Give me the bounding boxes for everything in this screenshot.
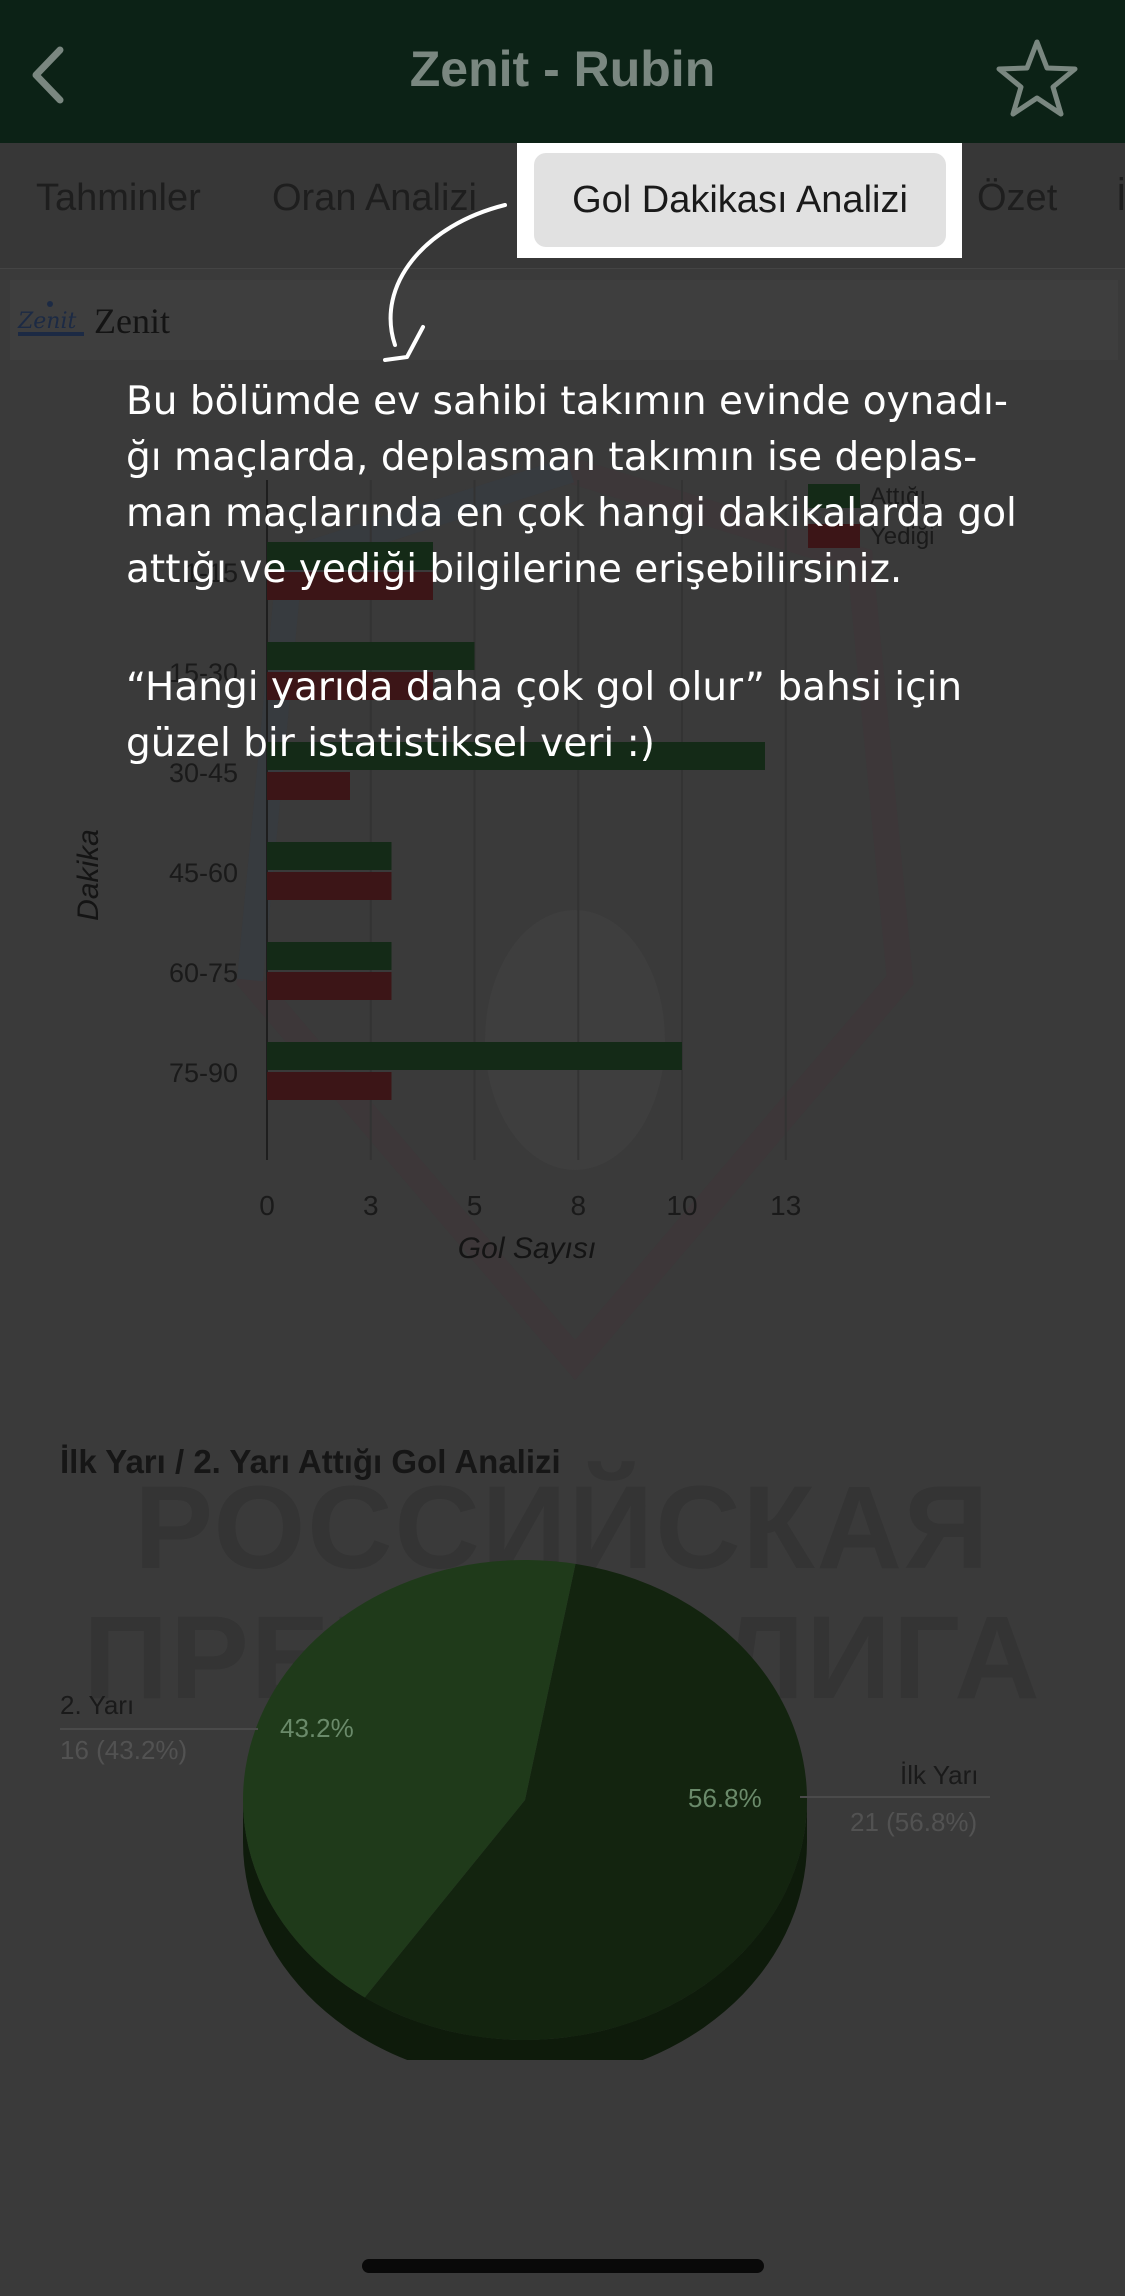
pie-label-second-half: 2. Yarı (60, 1690, 135, 1720)
pie-detail-first-half: 21 (56.8%) (850, 1807, 978, 1837)
tab-more[interactable]: İ (1116, 177, 1125, 220)
bar-yedigi (267, 1072, 392, 1100)
x-tick-label: 13 (770, 1190, 801, 1221)
x-tick-label: 0 (259, 1190, 275, 1221)
tab-tahminler[interactable]: Tahminler (36, 177, 201, 220)
pie-percent-second-half: 43.2% (280, 1713, 354, 1743)
x-tick-label: 3 (363, 1190, 379, 1221)
svg-text:Zenit: Zenit (17, 309, 77, 334)
page-title: Zenit - Rubin (409, 41, 716, 97)
pie-chart-title: İlk Yarı / 2. Yarı Attığı Gol Analizi (60, 1443, 561, 1480)
bar-attigi (267, 942, 392, 970)
hint-paragraph-1: Bu bölümde ev sahibi takımın evinde oyna… (126, 379, 1017, 592)
hint-arrow-icon (383, 203, 507, 362)
hint-paragraph-2: “Hangi yarıda daha çok gol olur” bahsi i… (126, 665, 963, 766)
x-tick-label: 5 (467, 1190, 483, 1221)
app-screen: РОССИЙСКАЯ ПРЕМЬЕР-ЛИГА Zenit - Rubin Ta… (0, 0, 1125, 2296)
tab-gol-dakikasi-analizi[interactable]: Gol Dakikası Analizi (534, 153, 946, 247)
home-indicator[interactable] (362, 2259, 764, 2273)
star-outline-icon[interactable] (995, 36, 1079, 120)
x-axis-label: Gol Sayısı (458, 1232, 596, 1265)
pie-label-first-half: İlk Yarı (900, 1760, 979, 1790)
bar-yedigi (267, 972, 392, 1000)
x-tick-label: 8 (570, 1190, 586, 1221)
pie-detail-second-half: 16 (43.2%) (60, 1735, 188, 1765)
bar-attigi (267, 1042, 682, 1070)
bar-yedigi (267, 772, 350, 800)
bar-attigi (267, 842, 392, 870)
goal-minute-bar-chart: 0 3 5 8 10 131-1515-3030-4545-6060-7575-90Gol… (72, 480, 935, 1265)
tab-ozet[interactable]: Özet (977, 177, 1057, 220)
team-header: Zenit Zenit (10, 280, 1118, 360)
bar-yedigi (267, 872, 392, 900)
y-tick-label: 45-60 (169, 858, 238, 888)
zenit-logo-icon: Zenit (17, 301, 84, 336)
x-tick-label: 10 (666, 1190, 697, 1221)
top-nav-bar: Zenit - Rubin (0, 0, 1125, 143)
y-axis-label: Dakika (72, 829, 105, 921)
y-tick-label: 60-75 (169, 958, 238, 988)
team-name: Zenit (94, 301, 170, 341)
pie-percent-first-half: 56.8% (688, 1783, 762, 1813)
y-tick-label: 75-90 (169, 1058, 238, 1088)
